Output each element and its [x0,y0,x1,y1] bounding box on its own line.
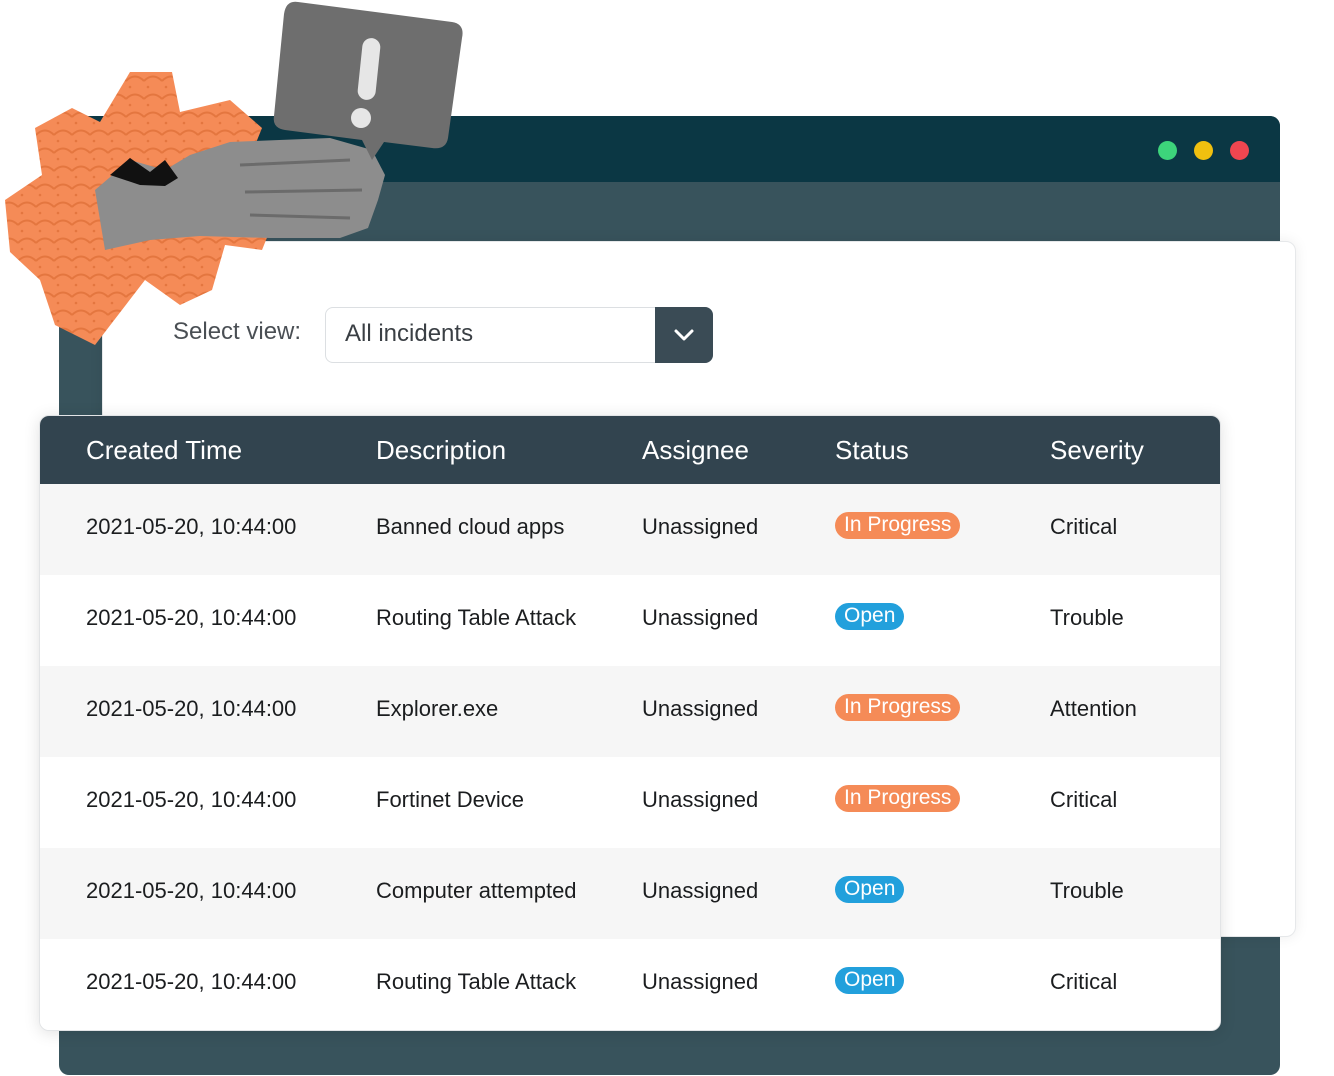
status-badge: In Progress [835,512,961,539]
maximize-button[interactable] [1158,141,1177,160]
chevron-down-icon [674,329,694,341]
table-row[interactable]: 2021-05-20, 10:44:00 Fortinet Device Una… [40,757,1220,848]
table-row[interactable]: 2021-05-20, 10:44:00 Routing Table Attac… [40,575,1220,666]
cell-severity: Critical [1050,787,1118,812]
cell-description: Explorer.exe [376,696,499,721]
column-header-description[interactable]: Description [376,435,506,466]
column-header-assignee[interactable]: Assignee [642,435,749,466]
cell-created-time: 2021-05-20, 10:44:00 [86,605,297,630]
status-badge: In Progress [835,785,961,812]
cell-severity: Critical [1050,514,1118,539]
column-header-created-time[interactable]: Created Time [86,435,242,466]
cell-severity: Trouble [1050,605,1124,630]
cell-created-time: 2021-05-20, 10:44:00 [86,696,297,721]
table-body: 2021-05-20, 10:44:00 Banned cloud apps U… [40,484,1220,1030]
exclamation-sign-icon [273,1,463,160]
cell-created-time: 2021-05-20, 10:44:00 [86,514,297,539]
cell-description: Routing Table Attack [376,969,577,994]
cell-assignee: Unassigned [642,605,759,630]
incidents-table: Created Time Description Assignee Status… [39,415,1221,1031]
status-badge: Open [835,967,905,994]
cell-description: Routing Table Attack [376,605,577,630]
column-header-status[interactable]: Status [835,435,909,466]
minimize-button[interactable] [1194,141,1213,160]
table-row[interactable]: 2021-05-20, 10:44:00 Routing Table Attac… [40,939,1220,1030]
table-row[interactable]: 2021-05-20, 10:44:00 Banned cloud apps U… [40,484,1220,575]
cell-created-time: 2021-05-20, 10:44:00 [86,787,297,812]
status-badge: Open [835,603,905,630]
table-row[interactable]: 2021-05-20, 10:44:00 Explorer.exe Unassi… [40,666,1220,757]
cell-description: Fortinet Device [376,787,524,812]
cell-assignee: Unassigned [642,696,759,721]
cell-created-time: 2021-05-20, 10:44:00 [86,969,297,994]
view-select-toggle[interactable] [655,307,713,363]
cell-assignee: Unassigned [642,878,759,903]
cell-severity: Critical [1050,969,1118,994]
table-header: Created Time Description Assignee Status… [40,416,1220,484]
status-badge: In Progress [835,694,961,721]
cell-assignee: Unassigned [642,969,759,994]
cell-assignee: Unassigned [642,514,759,539]
cell-assignee: Unassigned [642,787,759,812]
close-button[interactable] [1230,141,1249,160]
alert-illustration [5,1,463,345]
cell-severity: Trouble [1050,878,1124,903]
status-badge: Open [835,876,905,903]
column-header-severity[interactable]: Severity [1050,435,1144,466]
cell-description: Computer attempted [376,878,577,903]
cell-severity: Attention [1050,696,1137,721]
cell-created-time: 2021-05-20, 10:44:00 [86,878,297,903]
table-row[interactable]: 2021-05-20, 10:44:00 Computer attempted … [40,848,1220,939]
cell-description: Banned cloud apps [376,514,565,539]
